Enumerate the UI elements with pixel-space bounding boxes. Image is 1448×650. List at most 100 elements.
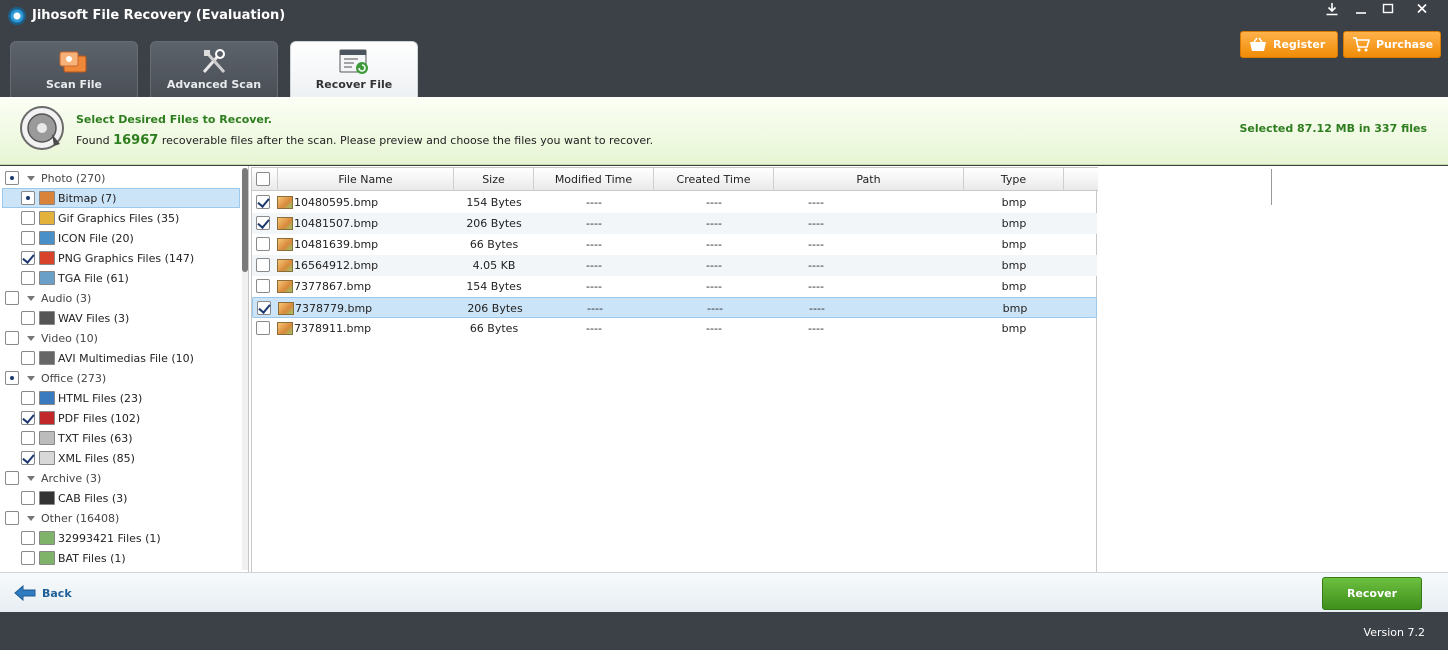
tree-checkbox[interactable]: [21, 251, 35, 265]
tab-advanced-scan[interactable]: Advanced Scan: [150, 41, 278, 97]
tree-checkbox[interactable]: [21, 391, 35, 405]
column-path[interactable]: Path: [774, 168, 964, 191]
expand-triangle-icon[interactable]: [27, 335, 35, 341]
tree-label: Bitmap (7): [58, 191, 117, 205]
tree-checkbox[interactable]: [5, 171, 19, 185]
cell-modified-time: ----: [586, 196, 602, 209]
row-checkbox[interactable]: [256, 258, 270, 272]
cell-file-name: 16564912.bmp: [294, 259, 379, 272]
tree-label: AVI Multimedias File (10): [58, 351, 194, 365]
tree-checkbox[interactable]: [21, 431, 35, 445]
tree-checkbox[interactable]: [21, 491, 35, 505]
row-checkbox[interactable]: [257, 301, 271, 315]
download-icon[interactable]: [1320, 2, 1344, 22]
table-row[interactable]: 10481639.bmp 66 Bytes ---- ---- ---- bmp: [252, 234, 1097, 255]
preview-divider: [1271, 169, 1272, 205]
tree-group[interactable]: Video (10): [5, 328, 241, 348]
expand-triangle-icon[interactable]: [27, 515, 35, 521]
tree-item[interactable]: PNG Graphics Files (147): [3, 248, 241, 268]
banner-title: Select Desired Files to Recover.: [76, 113, 272, 126]
tree-label: Audio (3): [41, 291, 92, 305]
tree-item[interactable]: HTML Files (23): [3, 388, 241, 408]
table-row[interactable]: 7377867.bmp 154 Bytes ---- ---- ---- bmp: [252, 276, 1097, 297]
register-button[interactable]: Register: [1240, 31, 1338, 58]
tree-checkbox[interactable]: [5, 291, 19, 305]
tree-item[interactable]: PDF Files (102): [3, 408, 241, 428]
close-icon[interactable]: [1410, 2, 1434, 22]
purchase-button[interactable]: Purchase: [1343, 31, 1441, 58]
tree-checkbox[interactable]: [21, 191, 35, 205]
row-checkbox[interactable]: [256, 321, 270, 335]
tree-group[interactable]: Office (273): [5, 368, 241, 388]
cell-size: 154 Bytes: [466, 280, 522, 293]
tree-group[interactable]: Archive (3): [5, 468, 241, 488]
tree-item[interactable]: TXT Files (63): [3, 428, 241, 448]
tree-checkbox[interactable]: [5, 371, 19, 385]
tree-item[interactable]: TGA File (61): [3, 268, 241, 288]
row-checkbox[interactable]: [256, 195, 270, 209]
select-all-checkbox[interactable]: [256, 172, 270, 186]
tree-item[interactable]: Bitmap (7): [2, 188, 240, 208]
file-type-icon: [39, 351, 55, 365]
back-button[interactable]: Back: [14, 582, 72, 604]
tree-item[interactable]: CAB Files (3): [3, 488, 241, 508]
tab-scan-file[interactable]: Scan File: [10, 41, 138, 97]
cell-created-time: ----: [706, 217, 722, 230]
table-header: File Name Size Modified Time Created Tim…: [252, 167, 1098, 191]
table-row[interactable]: 7378779.bmp 206 Bytes ---- ---- ---- bmp: [252, 297, 1097, 318]
cell-modified-time: ----: [586, 217, 602, 230]
expand-triangle-icon[interactable]: [27, 295, 35, 301]
tree-checkbox[interactable]: [5, 331, 19, 345]
tree-checkbox[interactable]: [21, 411, 35, 425]
info-banner: Select Desired Files to Recover. Found 1…: [0, 97, 1448, 165]
tree-item[interactable]: BAT Files (1): [3, 548, 241, 568]
row-checkbox[interactable]: [256, 279, 270, 293]
window-title: Jihosoft File Recovery (Evaluation): [32, 8, 286, 23]
select-all-header: [252, 168, 278, 191]
expand-triangle-icon[interactable]: [27, 175, 35, 181]
column-size[interactable]: Size: [454, 168, 534, 191]
action-bar: Back Recover: [0, 572, 1448, 612]
row-checkbox[interactable]: [256, 237, 270, 251]
tree-checkbox[interactable]: [5, 471, 19, 485]
tree-checkbox[interactable]: [21, 231, 35, 245]
tree-item[interactable]: ICON File (20): [3, 228, 241, 248]
tree-checkbox[interactable]: [21, 311, 35, 325]
tree-item[interactable]: XML Files (85): [3, 448, 241, 468]
expand-triangle-icon[interactable]: [27, 475, 35, 481]
row-checkbox[interactable]: [256, 216, 270, 230]
scan-file-icon: [59, 51, 87, 73]
tree-checkbox[interactable]: [21, 551, 35, 565]
tree-checkbox[interactable]: [21, 271, 35, 285]
column-created-time[interactable]: Created Time: [654, 168, 774, 191]
expand-triangle-icon[interactable]: [27, 375, 35, 381]
tree-scrollbar-thumb[interactable]: [242, 168, 248, 272]
recover-button[interactable]: Recover: [1322, 577, 1422, 610]
tree-checkbox[interactable]: [21, 211, 35, 225]
cell-file-name: 7378779.bmp: [295, 302, 373, 315]
tree-group[interactable]: Other (16408): [5, 508, 241, 528]
column-type[interactable]: Type: [964, 168, 1064, 191]
minimize-icon[interactable]: [1349, 2, 1373, 22]
tree-group[interactable]: Photo (270): [5, 168, 241, 188]
tree-checkbox[interactable]: [21, 531, 35, 545]
column-modified-time[interactable]: Modified Time: [534, 168, 654, 191]
tree-label: WAV Files (3): [58, 311, 130, 325]
table-row[interactable]: 10481507.bmp 206 Bytes ---- ---- ---- bmp: [252, 213, 1097, 234]
tree-group[interactable]: Audio (3): [5, 288, 241, 308]
tree-item[interactable]: 32993421 Files (1): [3, 528, 241, 548]
tree-item[interactable]: WAV Files (3): [3, 308, 241, 328]
tree-item[interactable]: AVI Multimedias File (10): [3, 348, 241, 368]
tree-item[interactable]: Gif Graphics Files (35): [3, 208, 241, 228]
maximize-icon[interactable]: [1376, 2, 1400, 22]
tab-recover-file[interactable]: Recover File: [290, 41, 418, 97]
tree-checkbox[interactable]: [5, 511, 19, 525]
table-row[interactable]: 10480595.bmp 154 Bytes ---- ---- ---- bmp: [252, 192, 1097, 213]
tree-checkbox[interactable]: [21, 351, 35, 365]
column-file-name[interactable]: File Name: [278, 168, 454, 191]
table-row[interactable]: 7378911.bmp 66 Bytes ---- ---- ---- bmp: [252, 318, 1097, 339]
table-row[interactable]: 16564912.bmp 4.05 KB ---- ---- ---- bmp: [252, 255, 1097, 276]
file-type-icon: [39, 451, 55, 465]
file-table: File Name Size Modified Time Created Tim…: [251, 167, 1098, 572]
tree-checkbox[interactable]: [21, 451, 35, 465]
